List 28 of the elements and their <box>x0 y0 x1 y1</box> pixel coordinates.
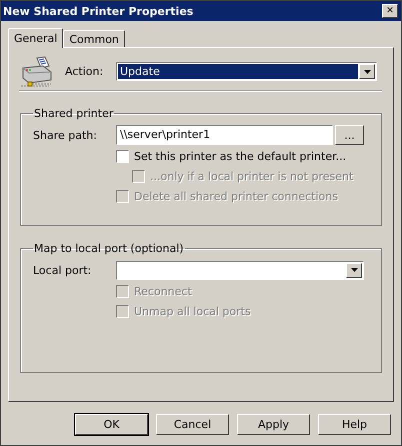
close-button[interactable]: ✕ <box>382 4 398 18</box>
checkbox-label: Set this printer as the default printer... <box>134 150 346 162</box>
group-title: Map to local port (optional) <box>33 242 185 255</box>
checkbox-label: Unmap all local ports <box>134 304 251 318</box>
dialog-button[interactable]: Cancel <box>156 414 229 435</box>
checkbox-label: ...only if a local printer is not present <box>150 170 354 182</box>
dropdown-button[interactable] <box>346 262 362 278</box>
tab[interactable]: General <box>8 28 64 48</box>
tab[interactable]: Common <box>63 30 125 47</box>
dropdown-button[interactable] <box>359 64 375 79</box>
share-path-label: Share path: <box>33 128 98 142</box>
action-label: Action: <box>65 65 104 78</box>
dropdown-arrow-icon <box>364 70 370 74</box>
browse-button[interactable]: ... <box>335 125 364 145</box>
dialog-button[interactable]: Help <box>318 414 391 435</box>
local-port-label: Local port: <box>33 264 92 276</box>
share-path-field[interactable]: \\server\printer1 <box>116 125 333 145</box>
checkbox[interactable] <box>116 150 129 162</box>
group-title: Shared printer <box>33 107 114 120</box>
checkbox-label: Delete all shared printer connections <box>134 190 338 202</box>
checkbox-label: Reconnect <box>134 284 192 298</box>
window-title: New Shared Printer Properties <box>3 4 194 18</box>
printer-icon <box>19 56 53 88</box>
action-dropdown[interactable]: Update <box>116 62 377 81</box>
local-port-dropdown[interactable] <box>116 260 364 280</box>
dialog-button[interactable]: Apply <box>237 414 310 435</box>
dialog-button[interactable]: OK <box>75 414 148 435</box>
dropdown-arrow-icon <box>350 268 358 272</box>
